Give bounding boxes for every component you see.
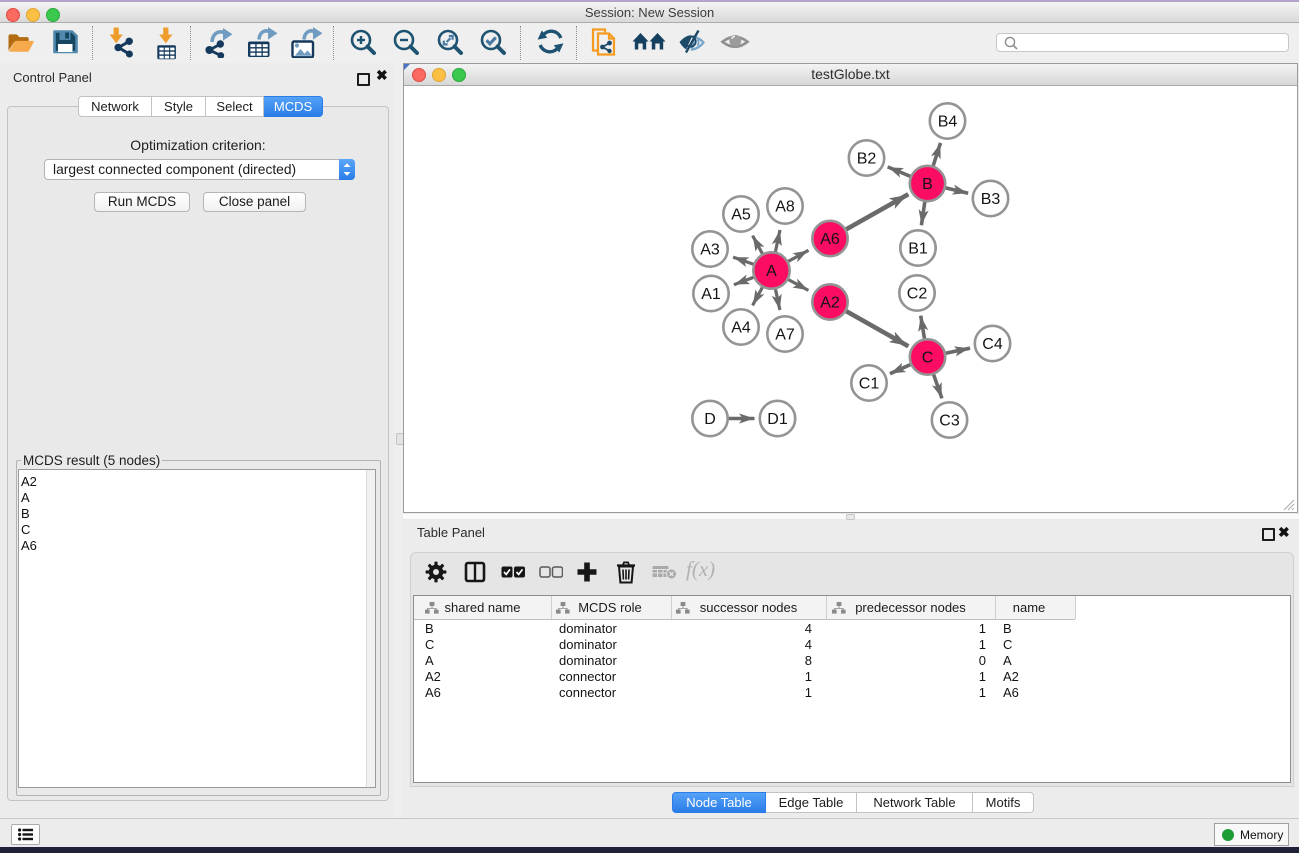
svg-text:A5: A5 — [731, 207, 751, 224]
svg-text:C4: C4 — [982, 336, 1003, 353]
svg-text:B2: B2 — [857, 151, 877, 168]
svg-text:B: B — [922, 176, 933, 193]
svg-text:C2: C2 — [907, 286, 928, 303]
svg-text:A8: A8 — [775, 199, 795, 216]
svg-text:D: D — [704, 411, 716, 428]
svg-text:A4: A4 — [731, 320, 751, 337]
svg-text:A3: A3 — [700, 242, 720, 259]
svg-text:B4: B4 — [938, 114, 958, 131]
svg-text:C1: C1 — [859, 376, 880, 393]
svg-text:A1: A1 — [701, 286, 721, 303]
svg-text:D1: D1 — [767, 411, 788, 428]
svg-text:A7: A7 — [775, 327, 795, 344]
svg-text:B3: B3 — [981, 191, 1001, 208]
svg-text:C: C — [922, 350, 934, 367]
svg-text:A: A — [766, 263, 777, 280]
svg-text:A6: A6 — [820, 231, 840, 248]
svg-text:C3: C3 — [939, 413, 960, 430]
svg-text:B1: B1 — [908, 241, 928, 258]
svg-text:A2: A2 — [820, 295, 840, 312]
